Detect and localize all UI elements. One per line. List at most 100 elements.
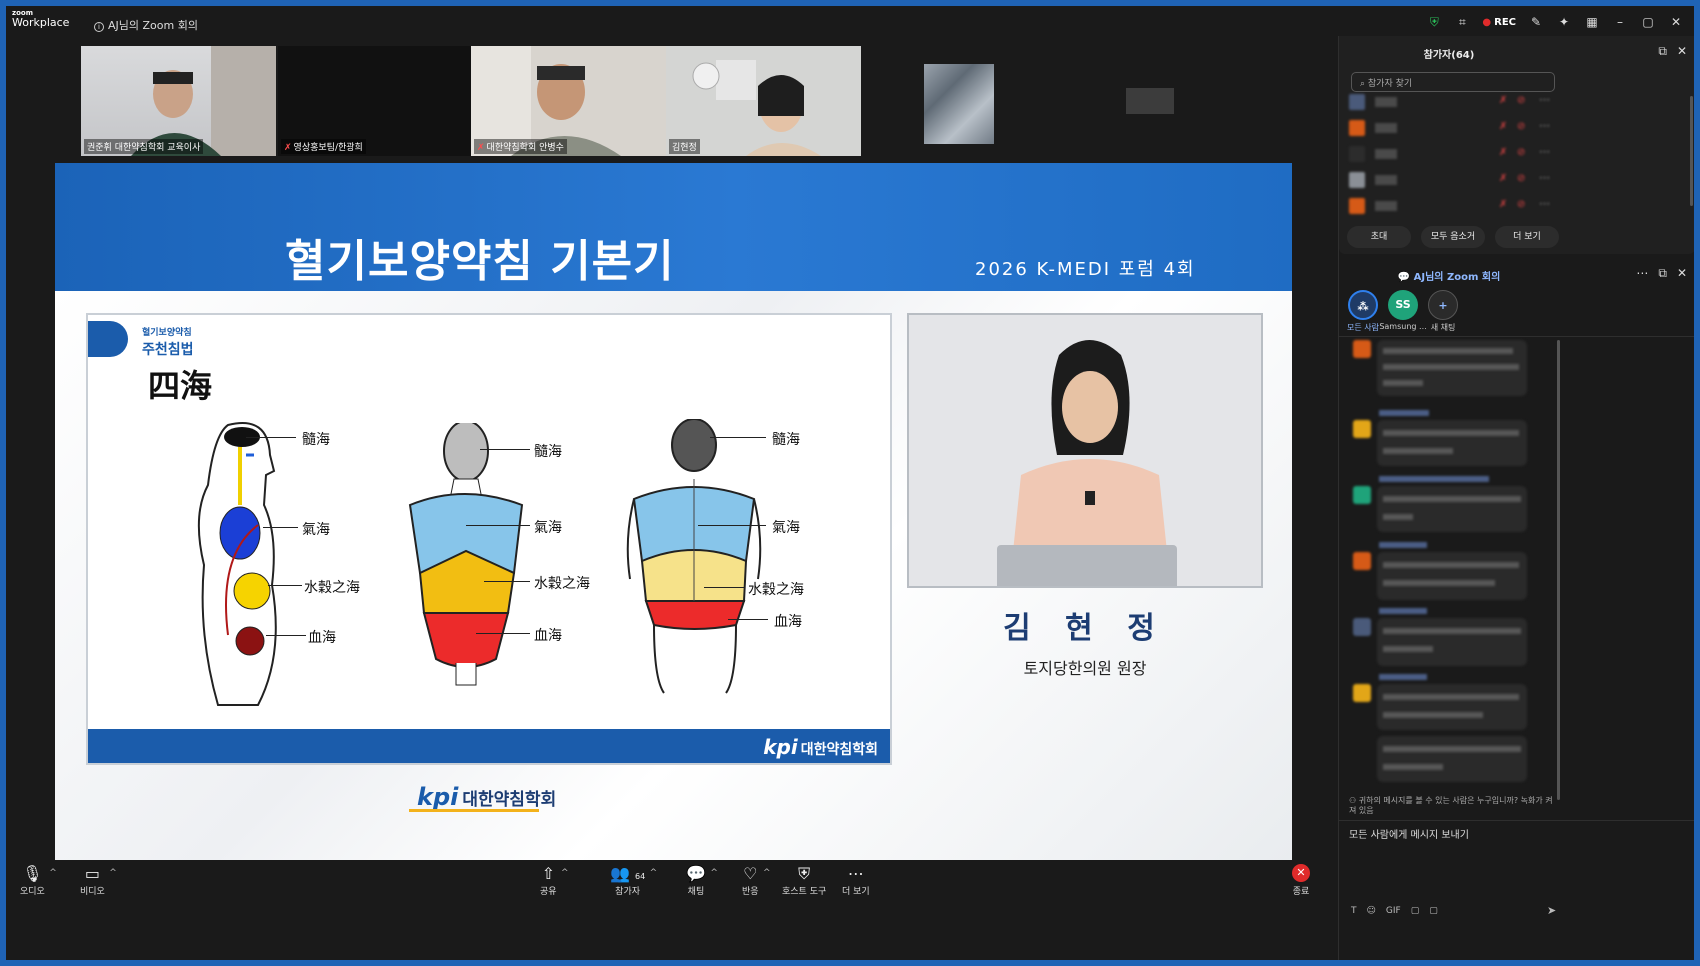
info-icon[interactable]: i bbox=[94, 22, 104, 32]
muted-mic-icon[interactable]: ✗ bbox=[1499, 95, 1507, 106]
scrollbar[interactable] bbox=[1557, 340, 1560, 800]
participant-name: ✗ 영상홍보팀/한광희 bbox=[281, 139, 366, 154]
chevron-up-icon[interactable]: ^ bbox=[650, 868, 658, 878]
video-off-icon[interactable]: ⊘ bbox=[1517, 199, 1525, 210]
screenshot-icon[interactable]: ▢ bbox=[1429, 906, 1438, 916]
chat-tab-new[interactable]: + 새 채팅 bbox=[1419, 290, 1467, 333]
participant-row[interactable]: ✗ ⊘ ⋯ bbox=[1349, 170, 1679, 192]
chevron-up-icon[interactable]: ^ bbox=[763, 868, 771, 878]
more-dots-icon[interactable]: ⋯ bbox=[1539, 197, 1550, 210]
meeting-title-text: AJ님의 Zoom 회의 bbox=[108, 19, 198, 32]
muted-mic-icon[interactable]: ✗ bbox=[1499, 121, 1507, 132]
view-icon[interactable]: ⌗ bbox=[1454, 14, 1470, 30]
more-dots-icon[interactable]: ⋯ bbox=[1539, 171, 1550, 184]
participant-row[interactable]: ✗ ⊘ ⋯ bbox=[1349, 92, 1679, 114]
video-button[interactable]: ▭ 비디오 ^ bbox=[80, 864, 117, 897]
message-line bbox=[1383, 580, 1495, 586]
chat-message[interactable] bbox=[1377, 684, 1527, 730]
muted-mic-icon: ✗ bbox=[477, 143, 485, 153]
file-icon[interactable]: ▢ bbox=[1411, 906, 1420, 916]
send-icon[interactable]: ➤ bbox=[1547, 904, 1556, 917]
emoji-icon[interactable]: ☺ bbox=[1367, 906, 1376, 916]
participants-button[interactable]: 👥 64 참가자 ^ bbox=[610, 864, 657, 897]
chat-message[interactable] bbox=[1377, 420, 1527, 466]
chat-button[interactable]: 💬 채팅 ^ bbox=[686, 864, 718, 897]
meeting-title[interactable]: i AJ님의 Zoom 회의 bbox=[94, 17, 198, 33]
chevron-up-icon[interactable]: ^ bbox=[561, 868, 569, 878]
kpi-logo: kpi 대한약침학회 bbox=[763, 735, 878, 759]
video-off-icon[interactable]: ⊘ bbox=[1517, 147, 1525, 158]
close-icon[interactable]: ✕ bbox=[1668, 14, 1684, 30]
more-button[interactable]: 더 보기 bbox=[1495, 226, 1559, 248]
participant-thumbnail[interactable]: 김현정 bbox=[666, 46, 861, 156]
gif-icon[interactable]: GIF bbox=[1386, 906, 1401, 916]
shared-screen: 혈기보양약침 기본기 2026 K-MEDI 포럼 4회 혈기보양약침 주천침법… bbox=[55, 163, 1292, 860]
speaker-video bbox=[907, 313, 1263, 588]
avatar bbox=[1353, 486, 1371, 504]
speaker-role: 토지당한의원 원장 bbox=[1023, 659, 1147, 678]
leader-line bbox=[466, 525, 530, 526]
minimize-icon[interactable]: – bbox=[1612, 14, 1628, 30]
close-icon[interactable]: ✕ bbox=[1677, 44, 1687, 59]
host-tools-button[interactable]: ⛨ 호스트 도구 bbox=[782, 864, 826, 897]
video-off-icon[interactable]: ⊘ bbox=[1517, 121, 1525, 132]
muted-mic-icon[interactable]: ✗ bbox=[1499, 173, 1507, 184]
leader-line bbox=[246, 437, 296, 438]
participant-search-input[interactable]: ⌕ 참가자 찾기 bbox=[1351, 72, 1555, 92]
popout-icon[interactable]: ⧉ bbox=[1658, 44, 1667, 59]
chat-message[interactable] bbox=[1377, 340, 1527, 396]
chat-message[interactable] bbox=[1377, 486, 1527, 532]
audio-button[interactable]: 🎙 오디오 ^ bbox=[20, 864, 57, 897]
format-text-icon[interactable]: T bbox=[1351, 906, 1357, 916]
chat-message-input[interactable]: 모든 사람에게 메시지 보내기 bbox=[1349, 826, 1549, 841]
security-shield-icon[interactable]: ⛨ bbox=[1426, 14, 1442, 30]
more-button[interactable]: ⋯ 더 보기 bbox=[842, 864, 870, 897]
leader-line bbox=[476, 633, 530, 634]
share-button[interactable]: ⇧ 공유 ^ bbox=[540, 864, 569, 897]
muted-mic-icon[interactable]: ✗ bbox=[1499, 147, 1507, 158]
slide-subtitle: 주천침법 bbox=[142, 342, 194, 358]
invite-button[interactable]: 초대 bbox=[1347, 226, 1411, 248]
more-dots-icon[interactable]: ⋯ bbox=[1636, 266, 1648, 281]
video-off-icon[interactable]: ⊘ bbox=[1517, 95, 1525, 106]
slide-category: 혈기보양약침 bbox=[142, 328, 192, 338]
camera-icon: ▭ bbox=[84, 864, 100, 883]
chat-icon: 💬 bbox=[1397, 272, 1414, 283]
chevron-up-icon[interactable]: ^ bbox=[710, 868, 718, 878]
avatar bbox=[1349, 94, 1365, 110]
ai-sparkle-icon[interactable]: ✦ bbox=[1556, 14, 1572, 30]
react-button[interactable]: ♡ 반응 ^ bbox=[742, 864, 771, 897]
maximize-icon[interactable]: ▢ bbox=[1640, 14, 1656, 30]
participant-row[interactable]: ✗ ⊘ ⋯ bbox=[1349, 144, 1679, 166]
participant-thumbnail[interactable]: ✗ 영상홍보팀/한광희 bbox=[278, 46, 473, 156]
figure-label: 血海 bbox=[774, 614, 802, 630]
chevron-up-icon[interactable]: ^ bbox=[49, 868, 57, 878]
annotate-icon[interactable]: ✎ bbox=[1528, 14, 1544, 30]
message-line bbox=[1383, 628, 1521, 634]
scrollbar[interactable] bbox=[1690, 96, 1693, 206]
participant-thumbnail[interactable]: 권준휘 대한약침학회 교육이사 bbox=[81, 46, 276, 156]
chat-message[interactable] bbox=[1377, 552, 1527, 600]
muted-mic-icon[interactable]: ✗ bbox=[1499, 199, 1507, 210]
popout-icon[interactable]: ⧉ bbox=[1658, 266, 1667, 281]
more-dots-icon[interactable]: ⋯ bbox=[1539, 119, 1550, 132]
mute-all-button[interactable]: 모두 음소거 bbox=[1421, 226, 1485, 248]
apps-icon[interactable]: ▦ bbox=[1584, 14, 1600, 30]
chat-visibility-notice[interactable]: ⚇ 귀하의 메시지를 볼 수 있는 사람은 누구입니까? 녹화가 켜져 있음 bbox=[1349, 796, 1559, 816]
slide-title: 혈기보양약침 기본기 bbox=[285, 236, 675, 287]
chevron-up-icon[interactable]: ^ bbox=[109, 868, 117, 878]
chat-message[interactable] bbox=[1377, 736, 1527, 782]
chat-tools: T ☺ GIF ▢ ▢ bbox=[1351, 906, 1438, 916]
participant-row[interactable]: ✗ ⊘ ⋯ bbox=[1349, 196, 1679, 218]
end-button[interactable]: ✕ 종료 bbox=[1292, 864, 1310, 897]
participant-row[interactable]: ✗ ⊘ ⋯ bbox=[1349, 118, 1679, 140]
chat-input-area[interactable] bbox=[1339, 820, 1694, 960]
more-dots-icon[interactable]: ⋯ bbox=[1539, 145, 1550, 158]
close-icon[interactable]: ✕ bbox=[1677, 266, 1687, 281]
video-off-icon[interactable]: ⊘ bbox=[1517, 173, 1525, 184]
recording-indicator[interactable]: ● REC bbox=[1482, 17, 1516, 28]
more-dots-icon[interactable]: ⋯ bbox=[1539, 93, 1550, 106]
participant-thumbnail[interactable]: ✗ 대한약침학회 안병수 bbox=[471, 46, 666, 156]
chat-message[interactable] bbox=[1377, 618, 1527, 666]
message-line bbox=[1383, 562, 1519, 568]
